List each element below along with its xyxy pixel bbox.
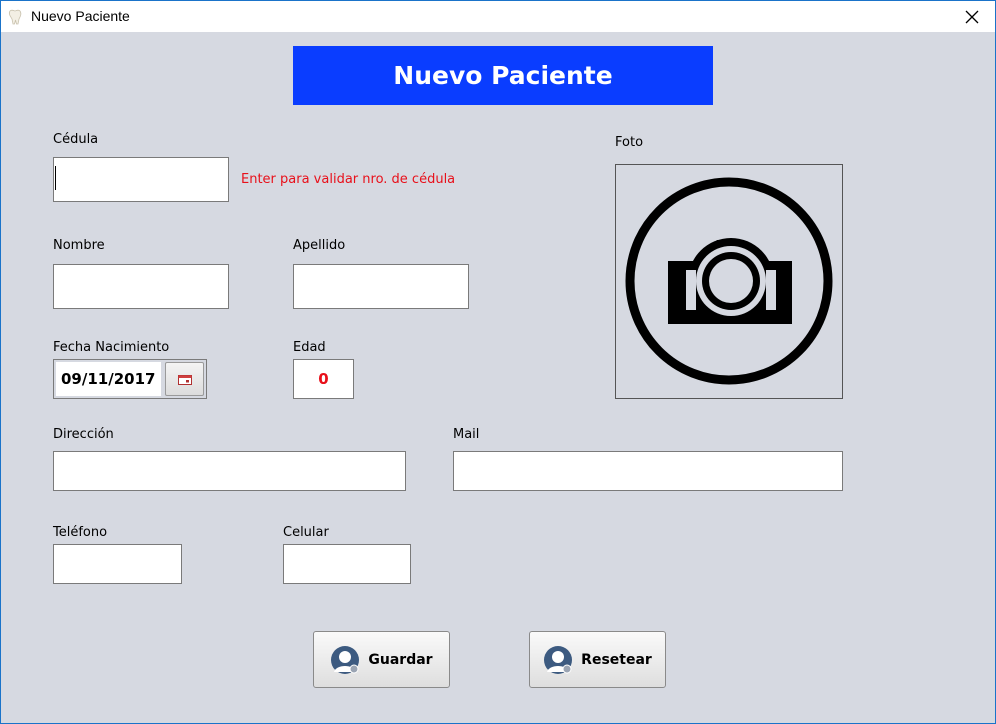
reset-label: Resetear: [581, 651, 652, 668]
foto-label: Foto: [615, 135, 644, 150]
user-icon: [544, 645, 573, 674]
photo-frame[interactable]: [615, 164, 843, 399]
save-label: Guardar: [368, 651, 433, 668]
reset-button[interactable]: Resetear: [529, 631, 666, 688]
celular-label: Celular: [283, 525, 329, 540]
calendar-icon: [177, 374, 192, 385]
edad-label: Edad: [293, 340, 326, 355]
nombre-label: Nombre: [53, 238, 105, 253]
close-icon: [965, 10, 979, 23]
title-bar: Nuevo Paciente: [1, 1, 995, 32]
user-icon: [331, 645, 360, 674]
direccion-label: Dirección: [53, 427, 114, 442]
telefono-field[interactable]: [53, 544, 182, 584]
cedula-field[interactable]: [53, 157, 229, 202]
text-cursor: [55, 166, 56, 190]
age-field: 0: [293, 359, 354, 399]
tooth-icon: [8, 9, 22, 25]
apellido-field[interactable]: [293, 264, 469, 309]
telefono-label: Teléfono: [53, 525, 108, 540]
save-button[interactable]: Guardar: [313, 631, 450, 688]
window: Nuevo Paciente Nuevo Paciente Cédula Ent…: [0, 0, 996, 724]
fecha-nacimiento-label: Fecha Nacimiento: [53, 340, 170, 355]
mail-label: Mail: [453, 427, 480, 442]
cedula-label: Cédula: [53, 132, 99, 147]
birthdate-picker: 09/11/2017: [53, 359, 207, 399]
page-title: Nuevo Paciente: [293, 46, 713, 105]
mail-field[interactable]: [453, 451, 843, 491]
close-button[interactable]: [949, 1, 995, 32]
cedula-hint: Enter para validar nro. de cédula: [241, 172, 456, 187]
calendar-button[interactable]: [165, 362, 204, 396]
window-title: Nuevo Paciente: [31, 8, 130, 24]
birthdate-field[interactable]: 09/11/2017: [56, 362, 161, 396]
apellido-label: Apellido: [293, 238, 346, 253]
celular-field[interactable]: [283, 544, 411, 584]
direccion-field[interactable]: [53, 451, 406, 491]
camera-icon: [625, 177, 833, 385]
nombre-field[interactable]: [53, 264, 229, 309]
